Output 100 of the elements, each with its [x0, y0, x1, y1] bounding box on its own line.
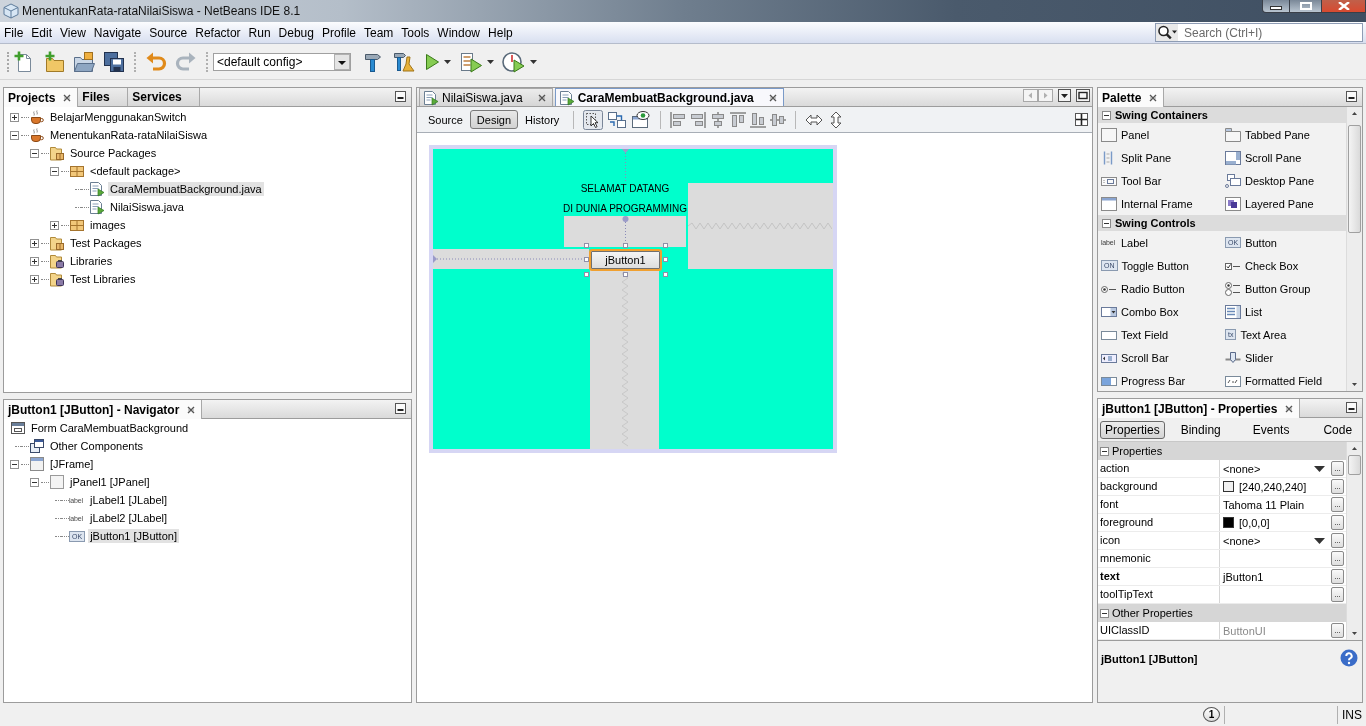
- property-value-field[interactable]: [240,240,240]: [1220, 478, 1329, 495]
- resize-handle[interactable]: [623, 272, 628, 277]
- component-item[interactable]: Scroll Bar: [1098, 346, 1222, 369]
- collapse-icon[interactable]: [10, 130, 19, 140]
- save-all-icon[interactable]: [103, 50, 125, 73]
- collapse-icon[interactable]: [1102, 110, 1111, 120]
- property-value-field[interactable]: jButton1: [1220, 568, 1329, 585]
- resize-handle[interactable]: [584, 257, 589, 262]
- cursor-icon[interactable]: [583, 109, 604, 130]
- component-item[interactable]: Radio Button: [1098, 277, 1222, 300]
- close-window-button[interactable]: [1322, 0, 1366, 13]
- align-bottom-icon[interactable]: [749, 110, 768, 129]
- component-item[interactable]: Check Box: [1222, 254, 1346, 277]
- component-item[interactable]: Button Group: [1222, 277, 1346, 300]
- window-tab[interactable]: jButton1 [JButton] - Navigator: [4, 400, 203, 419]
- component-item[interactable]: List: [1222, 300, 1346, 323]
- tree-item[interactable]: BelajarMenggunakanSwitch: [48, 110, 189, 124]
- properties-tab[interactable]: Events: [1247, 420, 1295, 439]
- ellipsis-button[interactable]: ...: [1331, 497, 1344, 512]
- component-item[interactable]: Combo Box: [1098, 300, 1222, 323]
- tree-item[interactable]: <default package>: [88, 164, 183, 178]
- resize-handle[interactable]: [663, 272, 668, 277]
- menu-item[interactable]: Team: [360, 22, 398, 43]
- scroll-thumb[interactable]: [1348, 125, 1361, 233]
- tree-item[interactable]: jButton1 [JButton]: [88, 529, 179, 543]
- menu-item[interactable]: Source: [145, 22, 192, 43]
- menu-item[interactable]: Tools: [397, 22, 434, 43]
- window-tab[interactable]: Services: [128, 88, 201, 106]
- form-button[interactable]: jButton1: [589, 249, 662, 271]
- connection-icon[interactable]: [607, 109, 628, 130]
- collapse-icon[interactable]: [30, 477, 39, 487]
- tree-item[interactable]: CaraMembuatBackground.java: [108, 182, 264, 196]
- component-item[interactable]: Layered Pane: [1222, 192, 1346, 215]
- collapse-icon[interactable]: [1100, 446, 1109, 456]
- caret-icon[interactable]: [530, 59, 537, 64]
- resize-handle[interactable]: [663, 243, 668, 248]
- collapse-icon[interactable]: [1100, 608, 1109, 618]
- minimize-panel-icon[interactable]: [1346, 402, 1357, 413]
- tree-item[interactable]: NilaiSiswa.java: [108, 200, 186, 214]
- tab-list-icon[interactable]: [1058, 89, 1071, 102]
- property-value-field[interactable]: [0,0,0]: [1220, 514, 1329, 531]
- scrollbar[interactable]: [1346, 107, 1362, 391]
- caret-icon[interactable]: [487, 59, 494, 64]
- window-tab[interactable]: Projects: [4, 88, 79, 107]
- component-item[interactable]: Tool Bar: [1098, 169, 1222, 192]
- component-item[interactable]: Formatted Field: [1222, 369, 1346, 392]
- component-item[interactable]: Tabbed Pane: [1222, 123, 1346, 146]
- menu-item[interactable]: Edit: [27, 22, 57, 43]
- tree-item[interactable]: Other Components: [48, 439, 145, 453]
- tree-item[interactable]: jPanel1 [JPanel]: [68, 475, 152, 489]
- ellipsis-button[interactable]: ...: [1331, 551, 1344, 566]
- collapse-icon[interactable]: [10, 459, 19, 469]
- properties-tab[interactable]: Properties: [1100, 420, 1165, 439]
- tree-item[interactable]: Form CaraMembuatBackground: [29, 421, 191, 435]
- property-value-field[interactable]: <none>: [1220, 532, 1329, 549]
- resize-handle[interactable]: [584, 272, 589, 277]
- align-top-icon[interactable]: [729, 110, 748, 129]
- close-icon[interactable]: [768, 93, 777, 102]
- properties-tab[interactable]: Binding: [1175, 420, 1226, 439]
- properties-tab[interactable]: Code: [1318, 420, 1358, 439]
- ellipsis-button[interactable]: ...: [1331, 479, 1344, 494]
- menu-item[interactable]: Debug: [274, 22, 318, 43]
- align-left-icon[interactable]: [669, 110, 688, 129]
- close-icon[interactable]: [1149, 93, 1158, 102]
- window-tab[interactable]: Palette: [1098, 88, 1165, 107]
- ellipsis-button[interactable]: ...: [1331, 569, 1344, 584]
- close-icon[interactable]: [187, 405, 196, 414]
- menu-item[interactable]: Navigate: [89, 22, 146, 43]
- section-header[interactable]: Properties: [1098, 442, 1346, 460]
- menu-item[interactable]: File: [0, 22, 28, 43]
- resize-handle[interactable]: [584, 243, 589, 248]
- expand-icon[interactable]: [10, 112, 19, 122]
- category-header[interactable]: Swing Containers: [1098, 107, 1346, 123]
- window-tab[interactable]: jButton1 [JButton] - Properties: [1098, 399, 1301, 418]
- align-right-icon[interactable]: [689, 110, 708, 129]
- maximize-icon[interactable]: [1076, 89, 1090, 102]
- close-icon[interactable]: [63, 93, 72, 102]
- collapse-icon[interactable]: [30, 148, 39, 158]
- grid-icon[interactable]: [1075, 113, 1088, 126]
- search-field[interactable]: Search (Ctrl+I): [1155, 23, 1363, 42]
- tree-item[interactable]: images: [88, 218, 128, 232]
- component-item[interactable]: Split Pane: [1098, 146, 1222, 169]
- tree-item[interactable]: Test Libraries: [68, 272, 138, 286]
- collapse-icon[interactable]: [1102, 218, 1111, 228]
- component-item[interactable]: Text Field: [1098, 323, 1222, 346]
- tree-item[interactable]: [JFrame]: [48, 457, 96, 471]
- category-header[interactable]: Swing Controls: [1098, 215, 1346, 231]
- minimize-window-button[interactable]: [1262, 0, 1290, 13]
- expand-icon[interactable]: [30, 274, 39, 284]
- component-item[interactable]: Progress Bar: [1098, 369, 1222, 392]
- component-item[interactable]: Desktop Pane: [1222, 169, 1346, 192]
- resize-handle[interactable]: [663, 257, 668, 262]
- view-tab[interactable]: Design: [469, 110, 519, 129]
- minimize-panel-icon[interactable]: [395, 91, 406, 102]
- component-item[interactable]: Slider: [1222, 346, 1346, 369]
- notifications-button[interactable]: 1: [1203, 707, 1220, 722]
- scrollbar[interactable]: [1346, 442, 1362, 640]
- property-value-field[interactable]: Tahoma 11 Plain: [1220, 496, 1329, 513]
- tree-item[interactable]: Test Packages: [68, 236, 144, 250]
- component-item[interactable]: Internal Frame: [1098, 192, 1222, 215]
